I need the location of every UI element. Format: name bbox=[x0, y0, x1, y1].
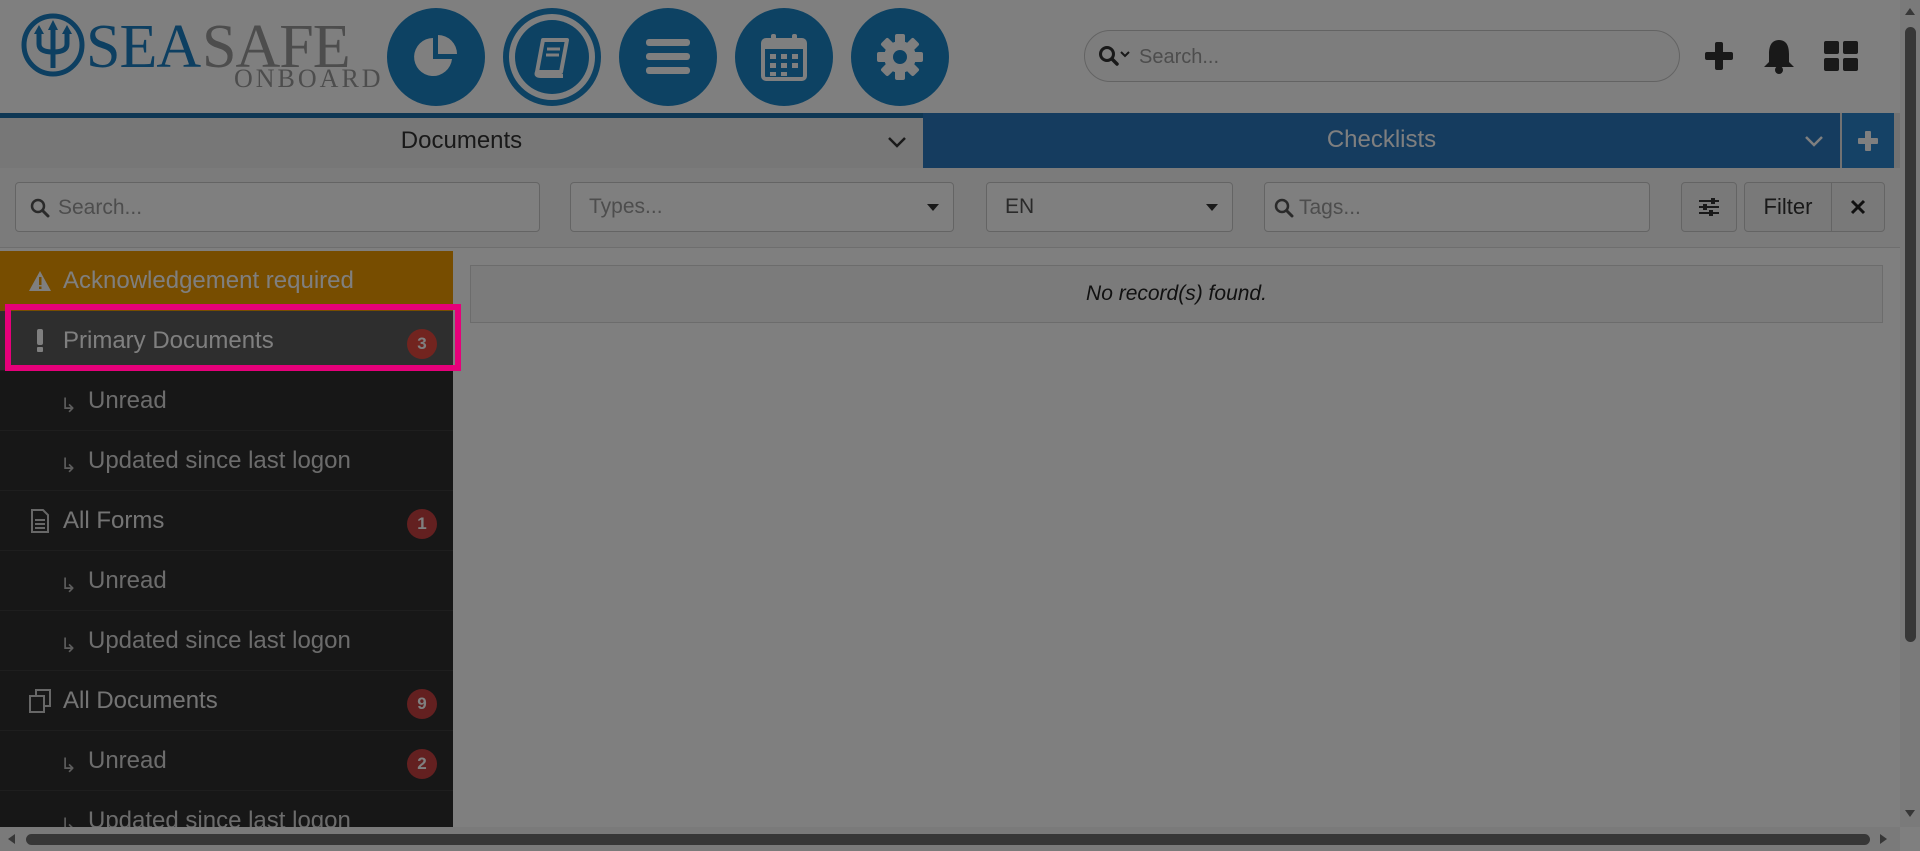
count-badge: 9 bbox=[407, 689, 437, 719]
calendar-button[interactable] bbox=[735, 8, 833, 106]
language-select-value: EN bbox=[1005, 195, 1035, 218]
count-badge: 2 bbox=[407, 749, 437, 779]
scroll-up-arrow-icon[interactable] bbox=[1905, 8, 1915, 15]
warning-icon bbox=[28, 269, 52, 293]
gear-icon bbox=[877, 34, 923, 80]
plus-icon bbox=[1858, 130, 1878, 151]
tab-bar: Documents Checklists bbox=[0, 113, 1920, 168]
apps-button[interactable] bbox=[1821, 36, 1861, 76]
chevron-down-icon[interactable] bbox=[887, 136, 907, 148]
caret-down-icon bbox=[1206, 204, 1218, 211]
advanced-filter-button[interactable] bbox=[1681, 182, 1737, 232]
exclamation-icon bbox=[28, 329, 52, 353]
documents-nav-button[interactable] bbox=[503, 8, 601, 106]
book-icon bbox=[534, 38, 569, 78]
sidebar-item-label: Unread bbox=[88, 387, 167, 414]
plus-icon bbox=[1705, 42, 1733, 70]
tags-search[interactable] bbox=[1264, 182, 1650, 232]
search-dropdown-icon[interactable] bbox=[1099, 46, 1133, 68]
sub-arrow-icon: ↳ bbox=[60, 635, 77, 657]
sidebar-item-primary-documents[interactable]: Primary Documents 3 bbox=[0, 311, 453, 371]
horizontal-scrollbar[interactable] bbox=[0, 827, 1900, 851]
close-icon bbox=[1850, 199, 1866, 215]
sub-arrow-icon: ↳ bbox=[60, 395, 77, 417]
scroll-down-arrow-icon[interactable] bbox=[1905, 810, 1915, 817]
menu-icon bbox=[646, 39, 690, 74]
sliders-icon bbox=[1699, 198, 1719, 216]
document-search[interactable] bbox=[15, 182, 540, 232]
app-logo[interactable]: SEA SAFE ONBOARD bbox=[20, 12, 381, 93]
notifications-button[interactable] bbox=[1759, 36, 1799, 76]
clear-filter-button[interactable] bbox=[1831, 182, 1885, 232]
scrollbar-thumb[interactable] bbox=[1905, 27, 1916, 642]
dashboard-button[interactable] bbox=[387, 8, 485, 106]
logo-subtitle: ONBOARD bbox=[234, 64, 384, 93]
menu-button[interactable] bbox=[619, 8, 717, 106]
document-category-sidebar: Acknowledgement required Primary Documen… bbox=[0, 251, 453, 827]
sidebar-subitem-documents-updated[interactable]: ↳ Updated since last logon bbox=[0, 791, 453, 827]
tab-label: Documents bbox=[400, 127, 523, 154]
sidebar-item-label: All Documents bbox=[63, 687, 218, 714]
add-button[interactable] bbox=[1699, 36, 1739, 76]
sub-arrow-icon: ↳ bbox=[60, 575, 77, 597]
sidebar-item-label: Unread bbox=[88, 567, 167, 594]
language-select[interactable]: EN bbox=[986, 182, 1233, 232]
document-list-panel: No record(s) found. bbox=[453, 251, 1900, 827]
count-badge: 1 bbox=[407, 509, 437, 539]
sidebar-subitem-forms-unread[interactable]: ↳ Unread bbox=[0, 551, 453, 611]
form-icon bbox=[28, 509, 52, 533]
search-icon bbox=[1274, 198, 1294, 218]
filter-bar: Types... EN Filter bbox=[0, 168, 1900, 248]
sub-arrow-icon: ↳ bbox=[60, 755, 77, 777]
grid-icon bbox=[1824, 41, 1858, 71]
global-search[interactable] bbox=[1084, 30, 1680, 82]
sub-arrow-icon: ↳ bbox=[60, 455, 77, 477]
tab-documents[interactable]: Documents bbox=[0, 113, 923, 168]
sidebar-item-label: Unread bbox=[88, 747, 167, 774]
sidebar-item-label: Updated since last logon bbox=[88, 447, 351, 474]
scroll-right-arrow-icon[interactable] bbox=[1880, 834, 1887, 844]
settings-button[interactable] bbox=[851, 8, 949, 106]
sidebar-item-label: Primary Documents bbox=[63, 327, 274, 354]
types-select-placeholder: Types... bbox=[589, 195, 663, 218]
add-tab-button[interactable] bbox=[1842, 113, 1894, 168]
empty-state-message: No record(s) found. bbox=[470, 265, 1883, 323]
sub-arrow-icon: ↳ bbox=[60, 815, 77, 827]
tags-search-input[interactable] bbox=[1297, 191, 1641, 225]
sidebar-item-acknowledgement-required[interactable]: Acknowledgement required bbox=[0, 251, 453, 311]
chevron-down-icon[interactable] bbox=[1804, 135, 1824, 147]
sidebar-item-label: Updated since last logon bbox=[88, 807, 351, 827]
app-header: SEA SAFE ONBOARD bbox=[0, 0, 1920, 113]
tab-label: Checklists bbox=[1326, 126, 1437, 153]
logo-text-primary: SEA bbox=[86, 13, 201, 81]
trident-emblem-icon bbox=[21, 13, 85, 77]
sidebar-item-all-documents[interactable]: All Documents 9 bbox=[0, 671, 453, 731]
tab-checklists[interactable]: Checklists bbox=[923, 113, 1840, 168]
sidebar-item-label: Acknowledgement required bbox=[63, 267, 354, 294]
sidebar-subitem-primary-unread[interactable]: ↳ Unread bbox=[0, 371, 453, 431]
sidebar-item-all-forms[interactable]: All Forms 1 bbox=[0, 491, 453, 551]
scroll-left-arrow-icon[interactable] bbox=[8, 834, 15, 844]
calendar-icon bbox=[761, 34, 807, 81]
document-search-input[interactable] bbox=[56, 191, 530, 225]
sidebar-subitem-forms-updated[interactable]: ↳ Updated since last logon bbox=[0, 611, 453, 671]
sidebar-item-label: Updated since last logon bbox=[88, 627, 351, 654]
sidebar-subitem-documents-unread[interactable]: ↳ Unread 2 bbox=[0, 731, 453, 791]
types-select[interactable]: Types... bbox=[570, 182, 954, 232]
caret-down-icon bbox=[927, 204, 939, 211]
bell-icon bbox=[1764, 40, 1794, 74]
scrollbar-thumb[interactable] bbox=[26, 834, 1870, 845]
sidebar-item-label: All Forms bbox=[63, 507, 165, 534]
pie-chart-icon bbox=[414, 35, 457, 76]
vertical-scrollbar[interactable] bbox=[1900, 0, 1920, 827]
sidebar-subitem-primary-updated[interactable]: ↳ Updated since last logon bbox=[0, 431, 453, 491]
count-badge: 3 bbox=[407, 329, 437, 359]
global-search-input[interactable] bbox=[1137, 39, 1661, 75]
search-icon bbox=[30, 198, 50, 218]
documents-icon bbox=[28, 689, 52, 713]
filter-button[interactable]: Filter bbox=[1744, 182, 1832, 232]
